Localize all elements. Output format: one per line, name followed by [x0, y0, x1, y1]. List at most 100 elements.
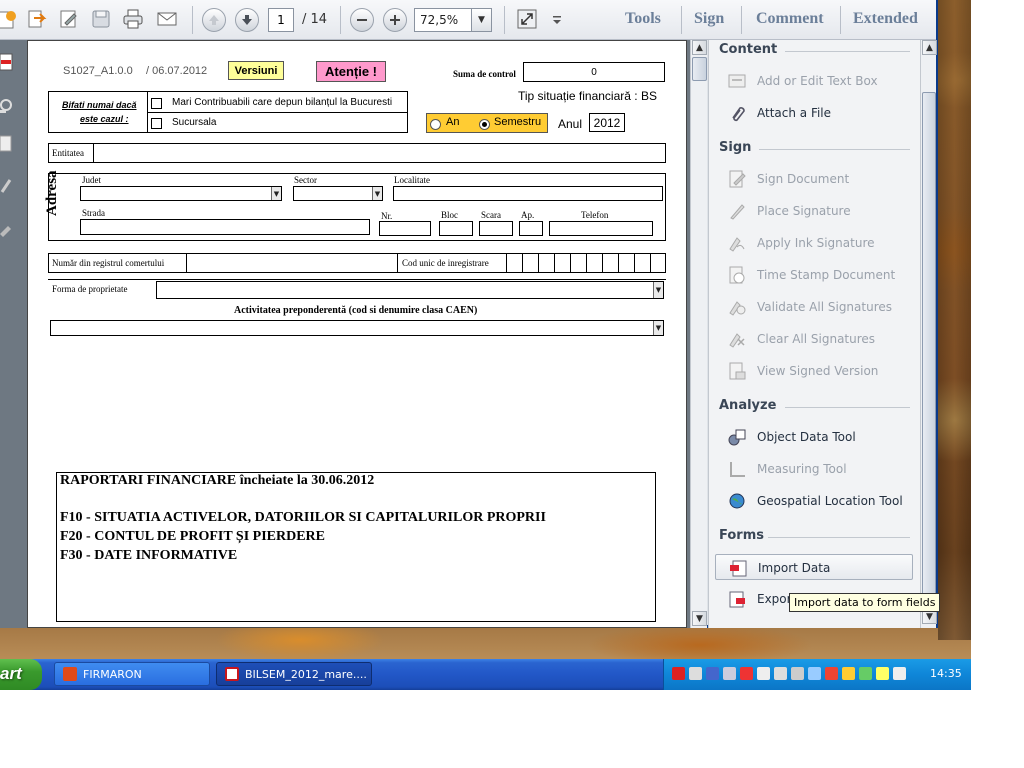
taskbar: art FIRMARON BILSEM_2012_mare....	[0, 659, 971, 690]
main-activity-select[interactable]: ▼	[50, 320, 664, 336]
checksum-field[interactable]: 0	[523, 62, 665, 82]
tray-icon[interactable]	[706, 667, 719, 680]
tool-apply-ink-signature[interactable]: Apply Ink Signature	[715, 230, 913, 256]
edit-file-icon[interactable]	[56, 6, 82, 32]
tab-comment[interactable]: Comment	[756, 10, 824, 28]
ownership-label: Forma de proprietate	[52, 284, 128, 294]
tool-import-data[interactable]: Import Data	[715, 554, 913, 580]
radio-year[interactable]	[430, 119, 441, 130]
tray-icon[interactable]	[808, 667, 821, 680]
section-header-analyze[interactable]: Analyze	[719, 398, 776, 413]
chevron-down-icon[interactable]: ▼	[271, 187, 281, 200]
section-header-forms[interactable]: Forms	[719, 528, 764, 543]
zoom-in-button[interactable]	[383, 8, 407, 32]
chevron-down-icon[interactable]: ▼	[653, 321, 663, 335]
acrobat-window: 1 / 14 72,5% ▼ Tools Sign Comment Extend…	[0, 0, 941, 628]
chevron-down-icon[interactable]: ▼	[653, 282, 663, 298]
tray-icon[interactable]	[859, 667, 872, 680]
tool-place-signature[interactable]: Place Signature	[715, 198, 913, 224]
locality-field[interactable]	[393, 186, 663, 201]
stair-field[interactable]	[479, 221, 513, 236]
zoom-level-select[interactable]: 72,5% ▼	[414, 8, 492, 32]
tool-sign-document[interactable]: Sign Document	[715, 166, 913, 192]
start-button[interactable]: art	[0, 659, 42, 690]
tools-pane-scrollbar[interactable]: ▲ ▼	[920, 40, 937, 628]
document-scroll-thumb[interactable]	[692, 57, 707, 81]
pages-icon[interactable]	[0, 134, 14, 154]
attention-button[interactable]: Atenție !	[316, 61, 386, 82]
fit-window-icon[interactable]	[514, 6, 540, 32]
scroll-up-arrow-icon[interactable]: ▲	[692, 40, 707, 55]
previous-page-button[interactable]	[202, 8, 226, 32]
create-pdf-icon[interactable]	[0, 6, 20, 32]
taskbar-item-bilsem[interactable]: BILSEM_2012_mare....	[216, 662, 372, 686]
tool-clear-all-signatures[interactable]: Clear All Signatures	[715, 326, 913, 352]
taskbar-item-firmaron[interactable]: FIRMARON	[54, 662, 210, 686]
scroll-up-arrow-icon[interactable]: ▲	[922, 40, 937, 55]
tool-object-data-tool[interactable]: Object Data Tool	[715, 424, 913, 450]
open-file-icon[interactable]	[24, 6, 50, 32]
report-line-f10[interactable]: F10 - SITUATIA ACTIVELOR, DATORIILOR SI …	[60, 510, 546, 526]
branch-checkbox[interactable]	[151, 118, 162, 129]
tool-measuring-tool[interactable]: Measuring Tool	[715, 456, 913, 482]
tool-geospatial-location-tool[interactable]: Geospatial Location Tool	[715, 488, 913, 514]
paperclip-icon[interactable]	[0, 176, 14, 196]
tool-view-signed-version[interactable]: View Signed Version	[715, 358, 913, 384]
tab-sign[interactable]: Sign	[694, 10, 724, 28]
report-line-f30[interactable]: F30 - DATE INFORMATIVE	[60, 548, 237, 564]
number-field[interactable]	[379, 221, 431, 236]
tab-extended[interactable]: Extended	[853, 10, 918, 28]
tray-icon[interactable]	[842, 667, 855, 680]
more-tools-dropdown-icon[interactable]	[544, 6, 570, 32]
tray-icon[interactable]	[757, 667, 770, 680]
street-field[interactable]	[80, 219, 370, 235]
entity-field[interactable]	[93, 143, 666, 163]
tool-attach-a-file[interactable]: Attach a File	[715, 100, 913, 126]
search-icon[interactable]	[0, 96, 14, 116]
financial-type-label: Tip situație financiară : BS	[518, 89, 657, 103]
county-select[interactable]: ▼	[80, 186, 282, 201]
document-view[interactable]: S1027_A1.0.0 / 06.07.2012 Versiuni Atenț…	[24, 40, 690, 628]
tool-time-stamp-document[interactable]: Time Stamp Document	[715, 262, 913, 288]
next-page-button[interactable]	[235, 8, 259, 32]
trade-register-field[interactable]	[186, 253, 398, 273]
pdf-attachment-icon[interactable]	[0, 52, 14, 72]
tab-tools[interactable]: Tools	[625, 10, 661, 28]
ownership-select[interactable]: ▼	[156, 281, 664, 299]
tool-validate-all-signatures[interactable]: Validate All Signatures	[715, 294, 913, 320]
page-number-input[interactable]: 1	[268, 8, 294, 32]
chevron-down-icon[interactable]: ▼	[372, 187, 382, 200]
tray-icon[interactable]	[893, 667, 906, 680]
phone-field[interactable]	[549, 221, 653, 236]
tools-pane-scroll-thumb[interactable]	[922, 92, 936, 602]
radio-semester[interactable]	[479, 119, 490, 130]
section-header-sign[interactable]: Sign	[719, 140, 751, 155]
print-icon[interactable]	[120, 6, 146, 32]
chevron-down-icon[interactable]: ▼	[471, 9, 491, 31]
tray-icon[interactable]	[740, 667, 753, 680]
zoom-out-button[interactable]	[350, 8, 374, 32]
email-icon[interactable]	[154, 6, 180, 32]
tray-icon[interactable]	[672, 667, 685, 680]
tray-icon[interactable]	[774, 667, 787, 680]
signature-pane-icon[interactable]	[0, 220, 14, 240]
unique-code-field[interactable]	[506, 253, 666, 273]
save-icon[interactable]	[88, 6, 114, 32]
apartment-field[interactable]	[519, 221, 543, 236]
tray-icon[interactable]	[791, 667, 804, 680]
tray-icon[interactable]	[723, 667, 736, 680]
large-taxpayer-checkbox[interactable]	[151, 98, 162, 109]
section-header-content[interactable]: Content	[719, 42, 777, 57]
report-line-f20[interactable]: F20 - CONTUL DE PROFIT ȘI PIERDERE	[60, 529, 325, 545]
form-date: / 06.07.2012	[146, 65, 208, 77]
tray-icon[interactable]	[689, 667, 702, 680]
sector-select[interactable]: ▼	[293, 186, 383, 201]
tool-add-or-edit-text-box[interactable]: Add or Edit Text Box	[715, 68, 913, 94]
tray-icon[interactable]	[825, 667, 838, 680]
block-field[interactable]	[439, 221, 473, 236]
year-field[interactable]: 2012	[589, 113, 625, 132]
tray-icon[interactable]	[876, 667, 889, 680]
versions-button[interactable]: Versiuni	[228, 61, 284, 80]
document-scrollbar[interactable]: ▲ ▼	[690, 40, 707, 628]
scroll-down-arrow-icon[interactable]: ▼	[692, 611, 707, 626]
